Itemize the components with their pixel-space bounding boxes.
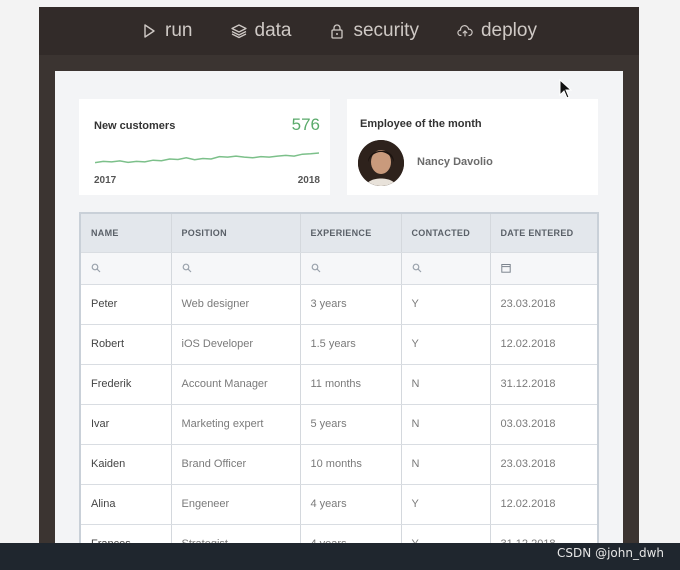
column-header[interactable]: NAME bbox=[81, 214, 172, 253]
table-cell: Peter bbox=[81, 284, 172, 325]
calendar-icon bbox=[500, 264, 511, 273]
table-cell: 1.5 years bbox=[300, 324, 402, 365]
employee-name: Nancy Davolio bbox=[417, 156, 493, 168]
table-row[interactable]: Robert iOS Developer 1.5 years Y 12.02.2018 bbox=[81, 324, 597, 365]
table-cell: 23.03.2018 bbox=[490, 444, 597, 485]
table-row[interactable]: Alina Engeneer 4 years Y 12.02.2018 bbox=[81, 484, 597, 525]
table-cell: Marketing expert bbox=[171, 404, 301, 445]
search-icon bbox=[311, 263, 320, 273]
table-cell: 12.02.2018 bbox=[490, 324, 597, 365]
table-cell: Web designer bbox=[171, 284, 301, 325]
avatar bbox=[358, 140, 404, 186]
app-window: run data security deploy New customers 5… bbox=[39, 7, 639, 547]
year-start-label: 2017 bbox=[94, 175, 117, 186]
employee-table: NAME POSITION EXPERIENCE CONTACTED DATE ENTE… bbox=[81, 214, 597, 547]
table-cell: Y bbox=[401, 484, 491, 525]
table-cell: N bbox=[401, 404, 491, 445]
table-row[interactable]: Frederik Account Manager 11 months N 31.12.2… bbox=[81, 364, 597, 405]
nav-item-run[interactable]: run bbox=[141, 20, 193, 42]
table-cell: N bbox=[401, 444, 491, 485]
column-header[interactable]: POSITION bbox=[171, 214, 301, 253]
avatar-photo bbox=[358, 140, 404, 186]
table-cell: Engeneer bbox=[171, 484, 301, 525]
nav-label-deploy: deploy bbox=[480, 20, 537, 41]
search-icon bbox=[91, 263, 101, 273]
cloud-upload-icon bbox=[457, 25, 473, 37]
table-cell: Frederik bbox=[81, 364, 172, 405]
column-filter[interactable] bbox=[300, 252, 402, 285]
table-cell: N bbox=[401, 364, 491, 405]
table-cell: 11 months bbox=[300, 364, 402, 405]
table-cell: Y bbox=[401, 324, 491, 365]
nav-label-run: run bbox=[165, 20, 193, 41]
table-cell: iOS Developer bbox=[171, 324, 301, 365]
table-cell: Y bbox=[401, 284, 491, 325]
lock-icon bbox=[331, 24, 344, 39]
table-filter-row bbox=[81, 252, 597, 285]
new-customers-card: New customers 576 2017 2018 bbox=[79, 99, 330, 195]
table-cell: Brand Officer bbox=[171, 444, 301, 485]
customers-sparkline bbox=[95, 152, 319, 164]
table-row[interactable]: Kaiden Brand Officer 10 months N 23.03.2018 bbox=[81, 444, 597, 485]
nav-label-security: security bbox=[353, 20, 419, 41]
nav-label-data: data bbox=[254, 20, 292, 41]
table-cell: 12.02.2018 bbox=[490, 484, 597, 525]
table-cell: 4 years bbox=[300, 484, 402, 525]
table-cell: 10 months bbox=[300, 444, 402, 485]
nav-item-deploy[interactable]: deploy bbox=[457, 20, 537, 42]
employee-of-month-card: Employee of the month Nancy Davolio bbox=[347, 99, 598, 195]
new-customers-value: 576 bbox=[291, 115, 320, 134]
table-cell: Alina bbox=[81, 484, 172, 525]
search-icon bbox=[182, 263, 191, 273]
employee-card-title: Employee of the month bbox=[360, 118, 482, 130]
column-filter[interactable] bbox=[171, 252, 301, 285]
table-cell: Kaiden bbox=[81, 444, 172, 485]
table-cell: Robert bbox=[81, 324, 172, 365]
column-filter[interactable] bbox=[401, 252, 491, 285]
watermark: CSDN @john_dwh bbox=[557, 546, 664, 560]
column-filter[interactable] bbox=[81, 252, 172, 285]
mouse-cursor-icon bbox=[559, 79, 573, 99]
nav-item-security[interactable]: security bbox=[329, 20, 419, 42]
top-navigation: run data security deploy bbox=[39, 7, 639, 55]
table-body: Peter Web designer 3 years Y 23.03.2018 Rober… bbox=[81, 284, 597, 547]
column-header[interactable]: EXPERIENCE bbox=[300, 214, 402, 253]
sparkline-path bbox=[95, 152, 319, 164]
column-header[interactable]: DATE ENTERED bbox=[490, 214, 597, 253]
table-cell: Account Manager bbox=[171, 364, 301, 405]
table-row[interactable]: Ivar Marketing expert 5 years N 03.03.2018 bbox=[81, 404, 597, 445]
nav-item-data[interactable]: data bbox=[230, 20, 292, 42]
column-filter[interactable] bbox=[490, 252, 597, 285]
table-row[interactable]: Peter Web designer 3 years Y 23.03.2018 bbox=[81, 284, 597, 325]
table-header-row: NAME POSITION EXPERIENCE CONTACTED DATE ENTE… bbox=[81, 214, 597, 253]
new-customers-title: New customers bbox=[94, 120, 176, 132]
search-icon bbox=[412, 263, 421, 273]
year-end-label: 2018 bbox=[297, 175, 320, 186]
table-cell: 31.12.2018 bbox=[490, 364, 597, 405]
dashboard-panel: New customers 576 2017 2018 Employee of … bbox=[55, 71, 623, 547]
layers-icon bbox=[230, 24, 247, 39]
play-icon bbox=[144, 24, 155, 38]
table-cell: 5 years bbox=[300, 404, 402, 445]
column-header[interactable]: CONTACTED bbox=[401, 214, 491, 253]
table-cell: 3 years bbox=[300, 284, 402, 325]
table-cell: Ivar bbox=[81, 404, 172, 445]
table-cell: 03.03.2018 bbox=[490, 404, 597, 445]
employee-data-grid: NAME POSITION EXPERIENCE CONTACTED DATE ENTE… bbox=[79, 212, 599, 547]
table-cell: 23.03.2018 bbox=[490, 284, 597, 325]
